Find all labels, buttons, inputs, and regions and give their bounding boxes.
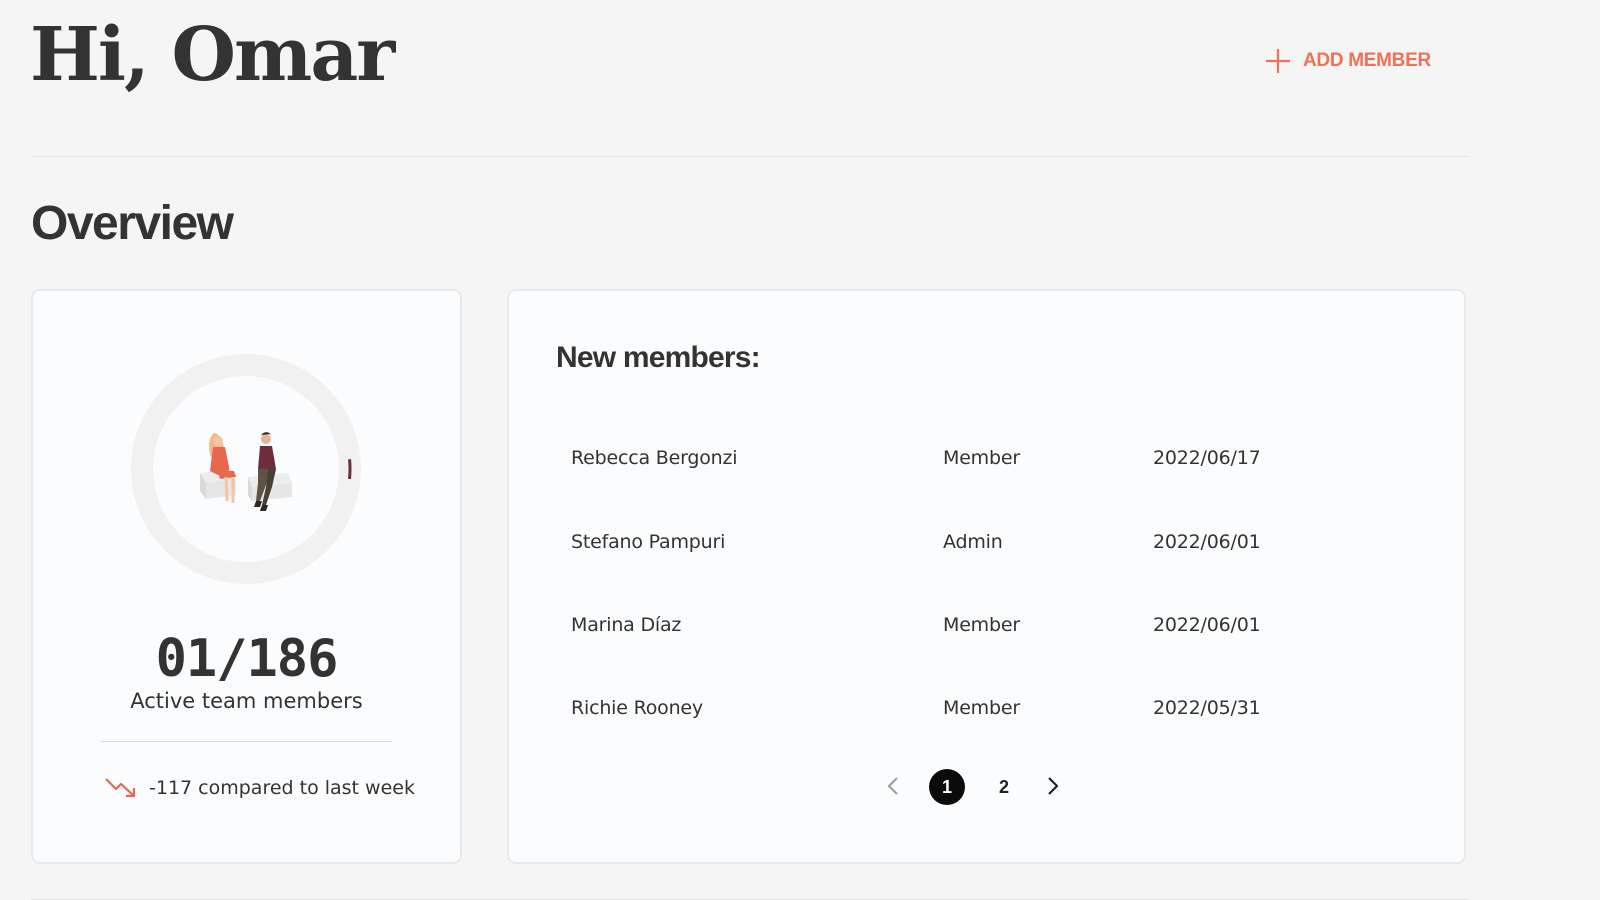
member-role: Admin [943,531,1003,553]
next-page-button[interactable] [1039,773,1067,801]
active-members-label: Active team members [130,689,363,713]
trend-text: -117 compared to last week [149,777,415,799]
member-date: 2022/06/01 [1153,614,1261,636]
trending-down-icon [105,777,137,799]
active-members-card: 01/186 Active team members -117 compared… [31,289,462,864]
member-row[interactable]: Marina Díaz Member 2022/06/01 [509,604,1464,644]
member-row[interactable]: Stefano Pampuri Admin 2022/06/01 [509,521,1464,561]
page-2-button[interactable]: 2 [986,769,1022,805]
new-members-title: New members: [556,341,761,374]
page-1-button[interactable]: 1 [929,769,965,805]
member-name: Richie Rooney [571,697,703,719]
active-members-ring [130,353,362,585]
pagination: 1 2 [879,769,1079,805]
member-name: Stefano Pampuri [571,531,726,553]
member-row[interactable]: Richie Rooney Member 2022/05/31 [509,687,1464,727]
chevron-left-icon [886,775,900,800]
new-members-card: New members: Rebecca Bergonzi Member 202… [507,289,1466,864]
member-date: 2022/06/01 [1153,531,1261,553]
page-greeting: Hi, Omar [30,12,395,98]
overview-title: Overview [31,197,234,250]
header-divider [31,156,1468,157]
card-divider [101,741,392,742]
member-date: 2022/05/31 [1153,697,1261,719]
add-member-label: ADD MEMBER [1303,50,1431,71]
previous-page-button[interactable] [879,773,907,801]
active-members-count: 01/186 [155,629,339,689]
member-role: Member [943,697,1020,719]
member-row[interactable]: Rebecca Bergonzi Member 2022/06/17 [509,437,1464,477]
chevron-right-icon [1046,775,1060,800]
member-name: Rebecca Bergonzi [571,447,738,469]
weekly-trend: -117 compared to last week [105,777,415,799]
member-role: Member [943,447,1020,469]
member-role: Member [943,614,1020,636]
team-illustration [196,425,296,515]
member-date: 2022/06/17 [1153,447,1261,469]
plus-icon [1265,48,1291,74]
member-name: Marina Díaz [571,614,682,636]
add-member-button[interactable]: ADD MEMBER [1265,48,1431,74]
